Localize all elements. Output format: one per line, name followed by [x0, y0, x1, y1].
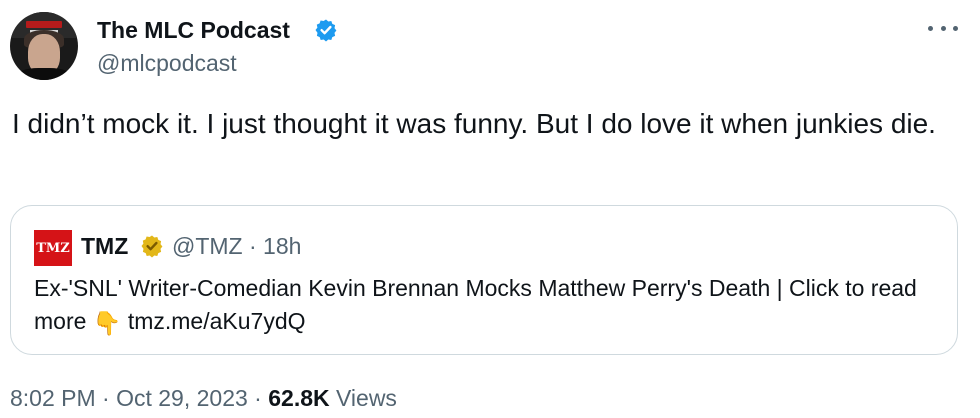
views-label: Views: [329, 385, 397, 411]
pointing-down-emoji-icon: 👇: [92, 310, 122, 336]
more-options-icon[interactable]: [928, 20, 958, 36]
author-avatar[interactable]: [10, 12, 78, 80]
author-name[interactable]: The MLC Podcast: [97, 16, 290, 44]
quoted-author-handle[interactable]: @TMZ · 18h: [172, 232, 301, 260]
tweet-timestamp[interactable]: 8:02 PM · Oct 29, 2023 ·: [10, 385, 268, 411]
quoted-author-name[interactable]: TMZ: [81, 232, 128, 260]
avatar-shirt: [16, 68, 72, 80]
tweet-text: I didn’t mock it. I just thought it was …: [12, 108, 936, 139]
more-dot: [928, 25, 933, 31]
more-dot: [940, 25, 946, 31]
tweet-meta: 8:02 PM · Oct 29, 2023 · 62.8K Views: [10, 384, 397, 412]
more-dot: [953, 25, 958, 31]
quoted-tweet-text: Ex-'SNL' Writer-Comedian Kevin Brennan M…: [34, 272, 934, 340]
quoted-tweet-card[interactable]: TMZ TMZ @TMZ · 18h Ex-'SNL' Writer-Comed…: [10, 205, 958, 355]
author-handle[interactable]: @mlcpodcast: [97, 49, 237, 77]
tmz-avatar[interactable]: TMZ: [34, 230, 72, 266]
views-count: 62.8K: [268, 385, 330, 411]
avatar-logo-mark: [26, 21, 62, 28]
verified-badge-icon[interactable]: [314, 18, 338, 42]
quoted-link[interactable]: tmz.me/aKu7ydQ: [121, 308, 306, 334]
gold-verified-badge-icon[interactable]: [140, 234, 164, 258]
